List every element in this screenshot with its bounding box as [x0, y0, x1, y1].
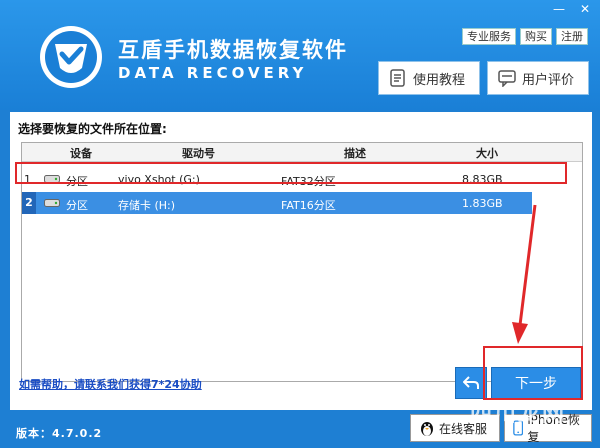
device-cell: 分区: [66, 175, 88, 188]
column-header-drive: 驱动号: [182, 147, 215, 160]
close-button[interactable]: ✕: [574, 0, 596, 18]
review-label: 用户评价: [522, 72, 575, 88]
register-link[interactable]: 注册: [556, 28, 588, 45]
description-cell: FAT32分区: [281, 175, 336, 188]
iphone-recovery-label: iPhone恢复: [527, 413, 580, 444]
minimize-button[interactable]: —: [548, 0, 570, 18]
tutorial-label: 使用教程: [413, 72, 466, 88]
description-cell: FAT16分区: [281, 199, 336, 212]
help-link[interactable]: 如需帮助，请联系我们获得7*24协助: [19, 376, 202, 392]
partition-table: 设备 驱动号 描述 大小 1 分区 vivo Xshot (G:) FAT32分…: [21, 142, 583, 382]
window-controls: — ✕: [548, 0, 596, 18]
column-header-size: 大小: [476, 147, 498, 160]
drive-cell: vivo Xshot (G:): [118, 173, 200, 186]
app-header: 互盾手机数据恢复软件 DATA RECOVERY — ✕ 专业服务 购买 注册 …: [0, 0, 600, 110]
document-icon: [390, 69, 405, 87]
iphone-recovery-button[interactable]: iPhone恢复: [504, 413, 592, 444]
top-links: 专业服务 购买 注册: [462, 28, 588, 45]
online-service-button[interactable]: 在线客服: [410, 414, 500, 442]
table-row[interactable]: 2 分区 存储卡 (H:) FAT16分区 1.83GB: [22, 192, 532, 214]
row-number: 2: [22, 192, 36, 214]
row-number: 1: [24, 173, 31, 186]
table-header: 设备 驱动号 描述 大小: [22, 143, 582, 162]
phone-icon: [513, 420, 524, 436]
column-header-description: 描述: [344, 147, 366, 160]
main-panel: 选择要恢复的文件所在位置: 设备 驱动号 描述 大小 1 分区 vivo Xsh…: [10, 112, 592, 410]
back-button[interactable]: [455, 367, 487, 399]
table-row[interactable]: 1 分区 vivo Xshot (G:) FAT32分区 8.83GB: [22, 168, 532, 190]
app-title: 互盾手机数据恢复软件: [118, 38, 348, 62]
buy-link[interactable]: 购买: [520, 28, 552, 45]
online-service-label: 在线客服: [439, 421, 488, 436]
app-subtitle: DATA RECOVERY: [118, 64, 308, 82]
back-arrow-icon: [463, 376, 479, 389]
device-cell: 分区: [66, 199, 88, 212]
comment-icon: [498, 70, 516, 87]
section-title: 选择要恢复的文件所在位置:: [18, 122, 167, 136]
column-header-device: 设备: [70, 147, 92, 160]
shield-logo-icon: [40, 26, 102, 88]
size-cell: 1.83GB: [462, 197, 503, 210]
next-button[interactable]: 下一步: [491, 367, 581, 399]
pro-service-link[interactable]: 专业服务: [462, 28, 516, 45]
drive-cell: 存储卡 (H:): [118, 199, 176, 212]
penguin-icon: [421, 422, 433, 436]
review-button[interactable]: 用户评价: [487, 61, 589, 95]
drive-icon: [44, 199, 60, 207]
tutorial-button[interactable]: 使用教程: [378, 61, 480, 95]
drive-icon: [44, 175, 60, 183]
version-label: 版本：4.7.0.2: [16, 427, 103, 440]
size-cell: 8.83GB: [462, 173, 503, 186]
